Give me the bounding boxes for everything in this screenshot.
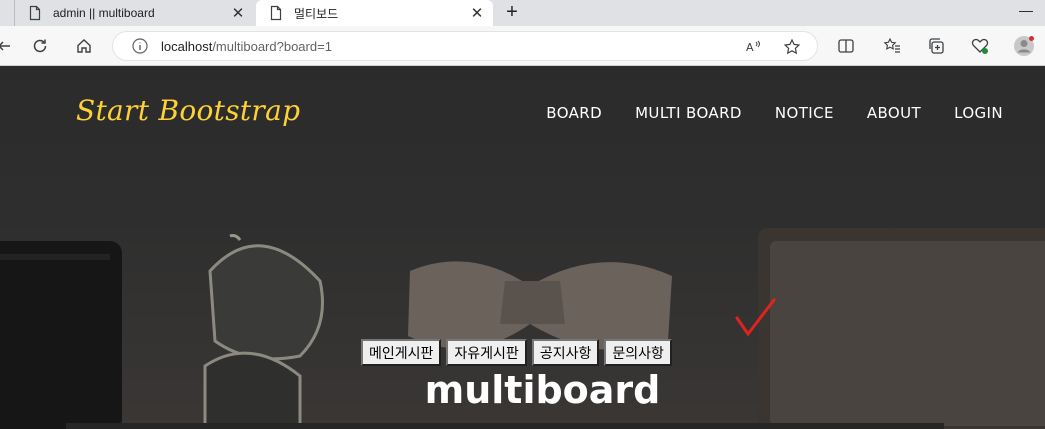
url-path: /multiboard?board=1: [212, 38, 332, 54]
read-aloud-icon[interactable]: A: [745, 38, 763, 56]
info-icon[interactable]: [131, 37, 149, 55]
refresh-icon[interactable]: [28, 34, 52, 58]
minimize-window-button[interactable]: —: [1019, 2, 1033, 18]
nav-notice[interactable]: NOTICE: [775, 104, 834, 122]
url-host: localhost: [161, 38, 213, 54]
close-tab-icon[interactable]: ✕: [467, 4, 487, 22]
content-area: [66, 423, 944, 429]
main-navigation: BOARD MULTI BOARD NOTICE ABOUT LOGIN: [546, 104, 1003, 122]
tab-multiboard[interactable]: 멀티보드 ✕: [256, 0, 493, 26]
svg-text:A: A: [746, 41, 754, 54]
profile-avatar-icon[interactable]: [1012, 34, 1036, 58]
home-icon[interactable]: [72, 34, 96, 58]
favorites-icon[interactable]: [880, 34, 904, 58]
tab-admin[interactable]: admin || multiboard ✕: [14, 0, 254, 26]
notice-board-button[interactable]: 공지사항: [531, 339, 600, 366]
free-board-button[interactable]: 자유게시판: [446, 339, 527, 366]
browser-tab-strip: admin || multiboard ✕ 멀티보드 ✕ + —: [0, 0, 1045, 26]
inquiry-board-button[interactable]: 문의사항: [604, 339, 672, 366]
board-selector: 메인게시판 자유게시판 공지사항 문의사항: [361, 339, 672, 366]
collections-icon[interactable]: [924, 34, 948, 58]
browser-toolbar: localhost/multiboard?board=1 A: [0, 26, 1045, 66]
main-board-button[interactable]: 메인게시판: [361, 339, 442, 366]
close-tab-icon[interactable]: ✕: [228, 4, 248, 22]
new-tab-button[interactable]: +: [500, 0, 524, 26]
page-icon: [29, 5, 41, 21]
url-text: localhost/multiboard?board=1: [161, 39, 332, 54]
nav-about[interactable]: ABOUT: [867, 104, 921, 122]
split-screen-icon[interactable]: [834, 34, 858, 58]
nav-login[interactable]: LOGIN: [954, 104, 1003, 122]
address-bar[interactable]: localhost/multiboard?board=1 A: [112, 31, 818, 61]
page-title: multiboard: [424, 368, 661, 412]
nav-board[interactable]: BOARD: [546, 104, 602, 122]
tab-title: 멀티보드: [294, 6, 339, 21]
tab-title: admin || multiboard: [53, 6, 155, 20]
nav-multi-board[interactable]: MULTI BOARD: [635, 104, 742, 122]
web-page: Start Bootstrap BOARD MULTI BOARD NOTICE…: [0, 66, 1045, 429]
favorite-star-icon[interactable]: [783, 38, 801, 56]
page-icon: [270, 5, 282, 21]
back-arrow-icon[interactable]: [0, 34, 16, 58]
brand-logo[interactable]: Start Bootstrap: [76, 94, 300, 127]
browser-essentials-icon[interactable]: [968, 34, 992, 58]
